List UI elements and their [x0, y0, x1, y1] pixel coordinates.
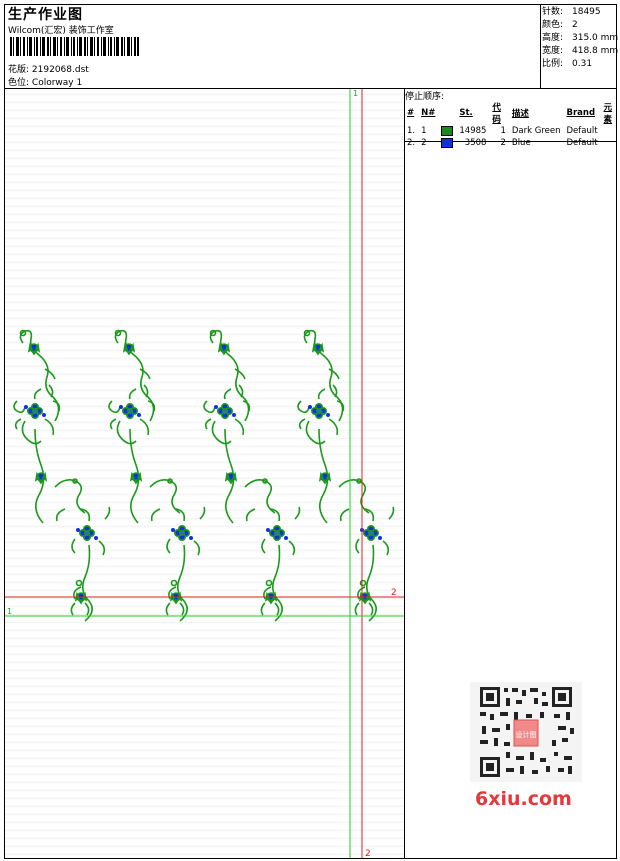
- stat-width: 宽度: 418.8 mm: [542, 46, 619, 56]
- table-row: 2. 2 3508 2 Blue Default: [407, 137, 598, 148]
- stat-height: 高度: 315.0 mm: [542, 33, 619, 43]
- guide-red-horizontal-label: 2: [391, 588, 397, 598]
- page-title: 生产作业图: [8, 7, 83, 23]
- guide-green-horizontal-label: 1: [7, 607, 12, 616]
- qr-stamp-text: 设计图: [516, 730, 537, 739]
- stat-colors: 颜色: 2: [542, 20, 578, 30]
- colorway-label: 色位:: [8, 78, 30, 88]
- design-file: 花版: 2192068.dst: [8, 62, 89, 75]
- colorway-value: Colorway 1: [31, 78, 83, 88]
- barcode: [10, 37, 139, 56]
- table-header: # N# St. 代码 描述 Brand 元素: [407, 103, 613, 125]
- guide-red-vertical-label: 2: [365, 849, 371, 858]
- stat-scale: 比例: 0.31: [542, 59, 593, 69]
- color-sequence-table: # N# St. 代码 描述 Brand 元素 1. 1 14985 1 Dar…: [404, 101, 620, 149]
- canvas-divider: [404, 88, 405, 859]
- design-label: 花版:: [8, 65, 30, 75]
- table-row: 1. 1 14985 1 Dark Green Default: [407, 125, 598, 136]
- design-value: 2192068.dst: [31, 65, 89, 75]
- guide-green-vertical-label: 1: [353, 89, 358, 98]
- watermark-logo: 6xiu.com: [475, 788, 572, 810]
- qr-code: 设计图: [470, 682, 582, 782]
- color-swatch: [441, 137, 454, 148]
- stat-stitches: 针数: 18495: [542, 7, 601, 17]
- color-swatch: [441, 125, 454, 136]
- studio-name: Wilcom(汇宏) 装饰工作室: [8, 26, 114, 36]
- stats-divider: [540, 4, 541, 89]
- colorway: 色位: Colorway 1: [8, 75, 82, 88]
- design-stats: 针数: 18495 颜色: 2 高度: 315.0 mm 宽度: 418.8 mm 比例…: [542, 6, 618, 71]
- design-canvas: 1 1 2 2: [5, 89, 404, 858]
